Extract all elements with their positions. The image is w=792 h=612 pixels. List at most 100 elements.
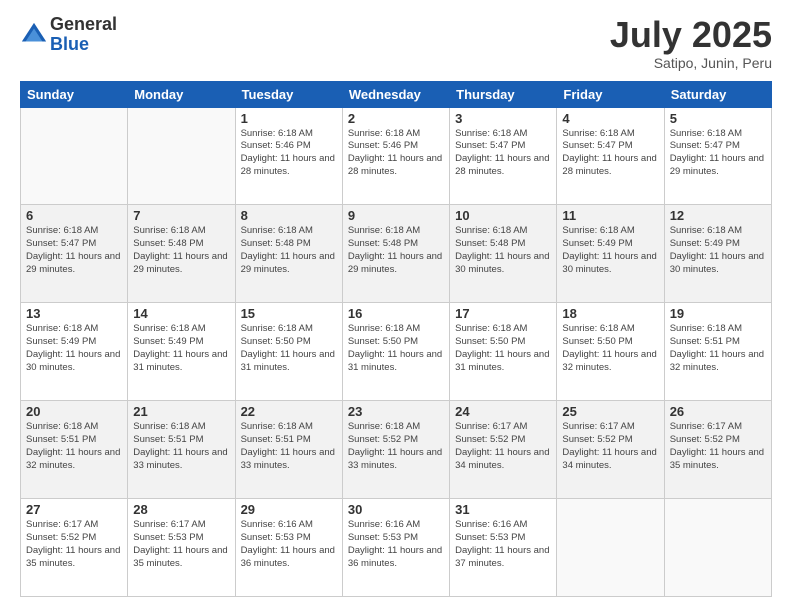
- day-info: Sunrise: 6:16 AM Sunset: 5:53 PM Dayligh…: [455, 519, 551, 570]
- day-info: Sunrise: 6:17 AM Sunset: 5:52 PM Dayligh…: [562, 421, 658, 472]
- day-number: 5: [670, 111, 766, 126]
- day-info: Sunrise: 6:18 AM Sunset: 5:47 PM Dayligh…: [455, 128, 551, 179]
- day-info: Sunrise: 6:18 AM Sunset: 5:47 PM Dayligh…: [26, 225, 122, 276]
- calendar-cell: 30 Sunrise: 6:16 AM Sunset: 5:53 PM Dayli…: [342, 499, 449, 597]
- calendar-cell: 10Sunrise: 6:18 AM Sunset: 5:48 PM Dayli…: [450, 205, 557, 303]
- day-number: 8: [241, 208, 337, 223]
- day-info: Sunrise: 6:18 AM Sunset: 5:49 PM Dayligh…: [26, 323, 122, 374]
- calendar-cell: [21, 107, 128, 205]
- calendar-week-0: 1 Sunrise: 6:18 AM Sunset: 5:46 PM Daylig…: [21, 107, 772, 205]
- logo-text: General Blue: [50, 15, 117, 55]
- col-friday: Friday: [557, 81, 664, 107]
- day-number: 29: [241, 502, 337, 517]
- day-number: 14: [133, 306, 229, 321]
- calendar-cell: 1 Sunrise: 6:18 AM Sunset: 5:46 PM Daylig…: [235, 107, 342, 205]
- calendar-cell: 23Sunrise: 6:18 AM Sunset: 5:52 PM Dayli…: [342, 401, 449, 499]
- day-info: Sunrise: 6:18 AM Sunset: 5:51 PM Dayligh…: [241, 421, 337, 472]
- calendar-cell: [664, 499, 771, 597]
- day-number: 22: [241, 404, 337, 419]
- month-title: July 2025: [610, 15, 772, 55]
- calendar-cell: 29 Sunrise: 6:16 AM Sunset: 5:53 PM Dayli…: [235, 499, 342, 597]
- day-info: Sunrise: 6:18 AM Sunset: 5:52 PM Dayligh…: [348, 421, 444, 472]
- calendar-cell: 24 Sunrise: 6:17 AM Sunset: 5:52 PM Dayli…: [450, 401, 557, 499]
- calendar-cell: 27 Sunrise: 6:17 AM Sunset: 5:52 PM Dayli…: [21, 499, 128, 597]
- day-number: 7: [133, 208, 229, 223]
- location-subtitle: Satipo, Junin, Peru: [610, 55, 772, 71]
- calendar-header: Sunday Monday Tuesday Wednesday Thursday…: [21, 81, 772, 107]
- day-info: Sunrise: 6:16 AM Sunset: 5:53 PM Dayligh…: [241, 519, 337, 570]
- day-info: Sunrise: 6:17 AM Sunset: 5:52 PM Dayligh…: [455, 421, 551, 472]
- calendar-cell: 22 Sunrise: 6:18 AM Sunset: 5:51 PM Dayli…: [235, 401, 342, 499]
- day-number: 10: [455, 208, 551, 223]
- day-number: 1: [241, 111, 337, 126]
- title-section: July 2025 Satipo, Junin, Peru: [610, 15, 772, 71]
- calendar-cell: 7 Sunrise: 6:18 AM Sunset: 5:48 PM Daylig…: [128, 205, 235, 303]
- day-info: Sunrise: 6:18 AM Sunset: 5:48 PM Dayligh…: [133, 225, 229, 276]
- day-number: 9: [348, 208, 444, 223]
- day-number: 11: [562, 208, 658, 223]
- calendar-cell: 19Sunrise: 6:18 AM Sunset: 5:51 PM Dayli…: [664, 303, 771, 401]
- day-number: 16: [348, 306, 444, 321]
- logo-blue: Blue: [50, 35, 117, 55]
- calendar-cell: 5 Sunrise: 6:18 AM Sunset: 5:47 PM Daylig…: [664, 107, 771, 205]
- day-number: 26: [670, 404, 766, 419]
- day-info: Sunrise: 6:18 AM Sunset: 5:46 PM Dayligh…: [241, 128, 337, 179]
- logo-icon: [20, 21, 48, 49]
- calendar-cell: [128, 107, 235, 205]
- calendar-week-2: 13 Sunrise: 6:18 AM Sunset: 5:49 PM Dayli…: [21, 303, 772, 401]
- day-number: 25: [562, 404, 658, 419]
- col-monday: Monday: [128, 81, 235, 107]
- day-info: Sunrise: 6:18 AM Sunset: 5:51 PM Dayligh…: [26, 421, 122, 472]
- calendar-cell: 28Sunrise: 6:17 AM Sunset: 5:53 PM Dayli…: [128, 499, 235, 597]
- calendar-week-1: 6Sunrise: 6:18 AM Sunset: 5:47 PM Daylig…: [21, 205, 772, 303]
- day-info: Sunrise: 6:18 AM Sunset: 5:50 PM Dayligh…: [562, 323, 658, 374]
- logo-general: General: [50, 15, 117, 35]
- calendar-cell: 31 Sunrise: 6:16 AM Sunset: 5:53 PM Dayli…: [450, 499, 557, 597]
- page: General Blue July 2025 Satipo, Junin, Pe…: [0, 0, 792, 612]
- day-number: 12: [670, 208, 766, 223]
- day-number: 3: [455, 111, 551, 126]
- day-info: Sunrise: 6:18 AM Sunset: 5:50 PM Dayligh…: [455, 323, 551, 374]
- calendar-cell: 25 Sunrise: 6:17 AM Sunset: 5:52 PM Dayli…: [557, 401, 664, 499]
- calendar-cell: 11 Sunrise: 6:18 AM Sunset: 5:49 PM Dayli…: [557, 205, 664, 303]
- logo: General Blue: [20, 15, 117, 55]
- day-number: 2: [348, 111, 444, 126]
- day-info: Sunrise: 6:18 AM Sunset: 5:48 PM Dayligh…: [241, 225, 337, 276]
- calendar-cell: 2 Sunrise: 6:18 AM Sunset: 5:46 PM Daylig…: [342, 107, 449, 205]
- day-info: Sunrise: 6:18 AM Sunset: 5:46 PM Dayligh…: [348, 128, 444, 179]
- day-info: Sunrise: 6:18 AM Sunset: 5:47 PM Dayligh…: [670, 128, 766, 179]
- day-number: 24: [455, 404, 551, 419]
- day-number: 27: [26, 502, 122, 517]
- header-row: Sunday Monday Tuesday Wednesday Thursday…: [21, 81, 772, 107]
- day-info: Sunrise: 6:16 AM Sunset: 5:53 PM Dayligh…: [348, 519, 444, 570]
- day-number: 30: [348, 502, 444, 517]
- calendar-cell: 4 Sunrise: 6:18 AM Sunset: 5:47 PM Daylig…: [557, 107, 664, 205]
- day-number: 4: [562, 111, 658, 126]
- day-info: Sunrise: 6:18 AM Sunset: 5:48 PM Dayligh…: [348, 225, 444, 276]
- calendar-cell: [557, 499, 664, 597]
- day-info: Sunrise: 6:18 AM Sunset: 5:49 PM Dayligh…: [562, 225, 658, 276]
- col-tuesday: Tuesday: [235, 81, 342, 107]
- calendar-cell: 26 Sunrise: 6:17 AM Sunset: 5:52 PM Dayli…: [664, 401, 771, 499]
- day-info: Sunrise: 6:17 AM Sunset: 5:52 PM Dayligh…: [670, 421, 766, 472]
- day-number: 28: [133, 502, 229, 517]
- day-info: Sunrise: 6:18 AM Sunset: 5:47 PM Dayligh…: [562, 128, 658, 179]
- calendar-cell: 18 Sunrise: 6:18 AM Sunset: 5:50 PM Dayli…: [557, 303, 664, 401]
- calendar-cell: 14Sunrise: 6:18 AM Sunset: 5:49 PM Dayli…: [128, 303, 235, 401]
- calendar-cell: 16Sunrise: 6:18 AM Sunset: 5:50 PM Dayli…: [342, 303, 449, 401]
- calendar-week-3: 20 Sunrise: 6:18 AM Sunset: 5:51 PM Dayli…: [21, 401, 772, 499]
- day-number: 17: [455, 306, 551, 321]
- day-number: 15: [241, 306, 337, 321]
- calendar-cell: 17 Sunrise: 6:18 AM Sunset: 5:50 PM Dayli…: [450, 303, 557, 401]
- calendar-table: Sunday Monday Tuesday Wednesday Thursday…: [20, 81, 772, 597]
- day-info: Sunrise: 6:18 AM Sunset: 5:50 PM Dayligh…: [241, 323, 337, 374]
- day-number: 31: [455, 502, 551, 517]
- day-info: Sunrise: 6:17 AM Sunset: 5:52 PM Dayligh…: [26, 519, 122, 570]
- day-number: 20: [26, 404, 122, 419]
- day-number: 18: [562, 306, 658, 321]
- day-number: 13: [26, 306, 122, 321]
- calendar-body: 1 Sunrise: 6:18 AM Sunset: 5:46 PM Daylig…: [21, 107, 772, 596]
- calendar-cell: 15 Sunrise: 6:18 AM Sunset: 5:50 PM Dayli…: [235, 303, 342, 401]
- calendar-cell: 12Sunrise: 6:18 AM Sunset: 5:49 PM Dayli…: [664, 205, 771, 303]
- day-number: 19: [670, 306, 766, 321]
